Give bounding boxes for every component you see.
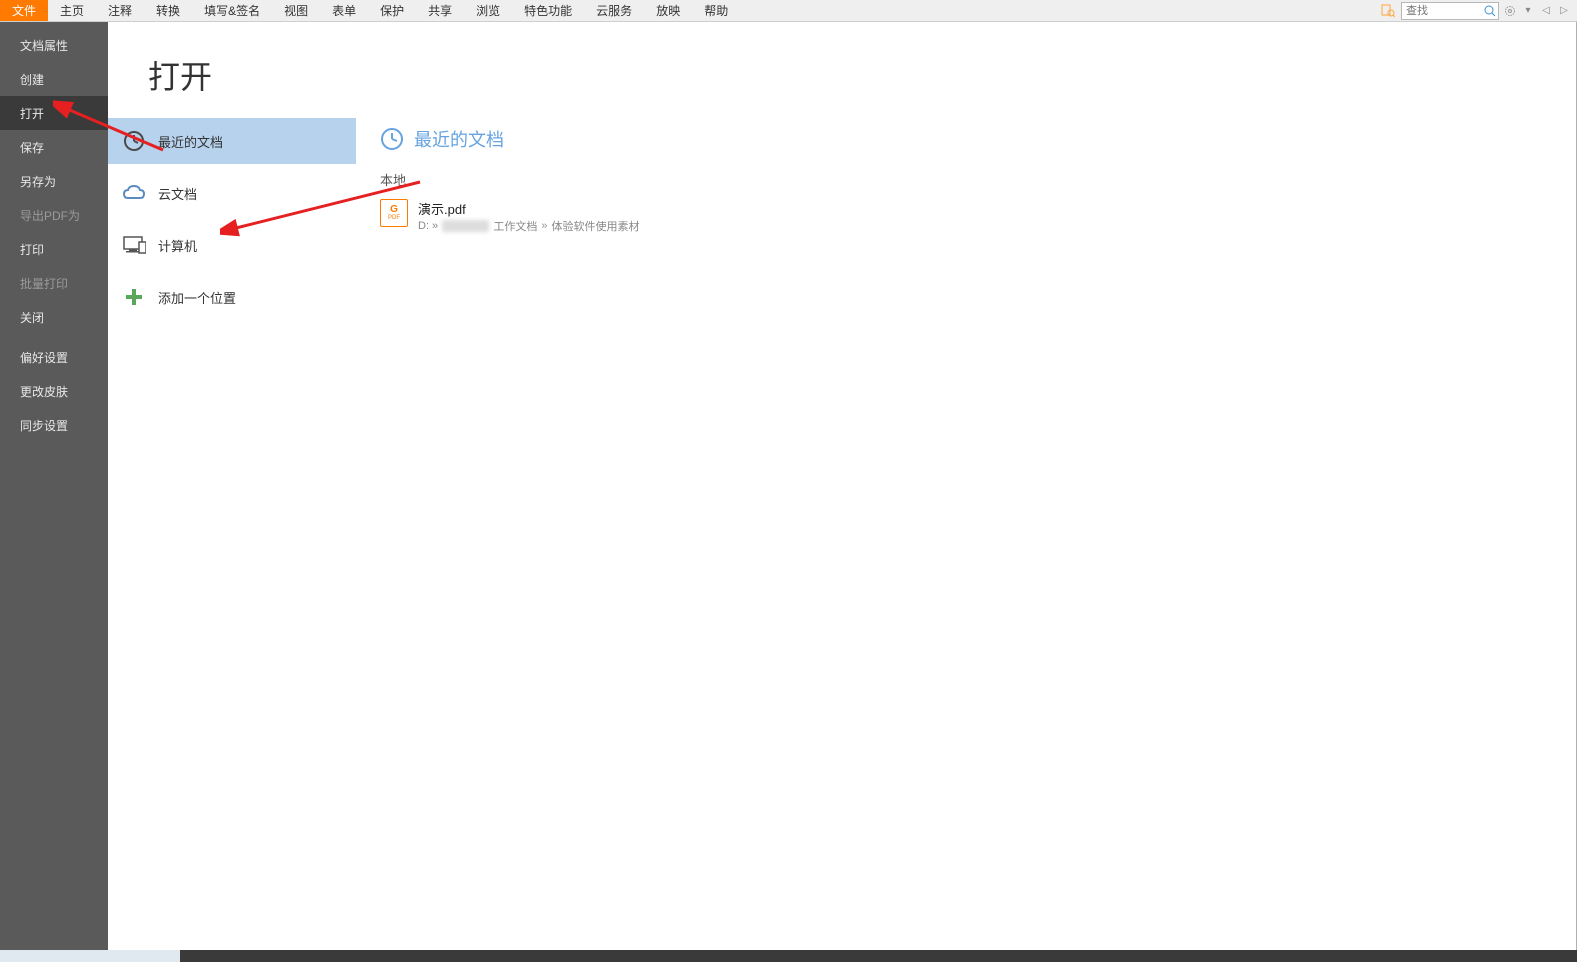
- search-box[interactable]: [1401, 2, 1499, 20]
- recent-doc-item[interactable]: GPDF 演示.pdf D: » ████ 工作文档 » 体验软件使用素材: [380, 195, 1552, 238]
- clock-icon: [122, 129, 146, 153]
- computer-icon: [122, 233, 146, 257]
- sidebar-item-print[interactable]: 打印: [0, 232, 108, 266]
- topbar-right: ▾ ◁ ▷: [1379, 0, 1577, 21]
- dropdown-icon[interactable]: ▾: [1521, 4, 1535, 18]
- file-sidebar: 文档属性 创建 打开 保存 另存为 导出PDF为 打印 批量打印 关闭 偏好设置…: [0, 22, 108, 962]
- menu-tab-home[interactable]: 主页: [48, 0, 96, 21]
- sidebar-item-close[interactable]: 关闭: [0, 300, 108, 334]
- cloud-icon: [122, 181, 146, 205]
- source-add-location[interactable]: 添加一个位置: [108, 274, 356, 320]
- search-icon[interactable]: [1482, 3, 1498, 19]
- source-label: 云文档: [158, 184, 197, 203]
- redacted-path: ████: [442, 220, 489, 232]
- sidebar-item-exportpdf[interactable]: 导出PDF为: [0, 198, 108, 232]
- sidebar-item-open[interactable]: 打开: [0, 96, 108, 130]
- menu-tab-fillsign[interactable]: 填写&签名: [192, 0, 272, 21]
- sidebar-item-create[interactable]: 创建: [0, 62, 108, 96]
- recent-docs-panel: 最近的文档 本地 GPDF 演示.pdf D: » ████ 工作文档 »: [356, 118, 1576, 961]
- top-menu-bar: 文件 主页 注释 转换 填写&签名 视图 表单 保护 共享 浏览 特色功能 云服…: [0, 0, 1577, 22]
- menu-tab-help[interactable]: 帮助: [692, 0, 740, 21]
- taskbar-left: [0, 950, 180, 962]
- finder-search-icon[interactable]: [1379, 3, 1397, 19]
- sidebar-item-preferences[interactable]: 偏好设置: [0, 340, 108, 374]
- menu-tab-form[interactable]: 表单: [320, 0, 368, 21]
- menu-tab-play[interactable]: 放映: [644, 0, 692, 21]
- sidebar-item-sync[interactable]: 同步设置: [0, 408, 108, 442]
- main-panel: 打开 最近的文档 云文档: [108, 22, 1577, 962]
- menu-tab-file[interactable]: 文件: [0, 0, 48, 21]
- sidebar-item-skin[interactable]: 更改皮肤: [0, 374, 108, 408]
- gear-icon[interactable]: [1503, 4, 1517, 18]
- source-recent[interactable]: 最近的文档: [108, 118, 356, 164]
- source-cloud[interactable]: 云文档: [108, 170, 356, 216]
- recent-title: 最近的文档: [380, 118, 1552, 170]
- doc-info: 演示.pdf D: » ████ 工作文档 » 体验软件使用素材: [418, 199, 640, 234]
- open-source-list: 最近的文档 云文档 计算机: [108, 118, 356, 961]
- source-label: 最近的文档: [158, 132, 223, 151]
- menu-tab-browse[interactable]: 浏览: [464, 0, 512, 21]
- menu-tab-annotate[interactable]: 注释: [96, 0, 144, 21]
- clock-icon: [380, 127, 404, 151]
- source-label: 计算机: [158, 236, 197, 255]
- recent-title-text: 最近的文档: [414, 126, 504, 152]
- sidebar-item-saveas[interactable]: 另存为: [0, 164, 108, 198]
- group-label-local: 本地: [380, 170, 1552, 195]
- plus-icon: [122, 285, 146, 309]
- menu-tab-convert[interactable]: 转换: [144, 0, 192, 21]
- nav-back-icon[interactable]: ◁: [1539, 4, 1553, 18]
- search-input[interactable]: [1402, 3, 1482, 19]
- sidebar-item-save[interactable]: 保存: [0, 130, 108, 164]
- menu-tab-features[interactable]: 特色功能: [512, 0, 584, 21]
- tab-spacer: [740, 0, 1379, 21]
- source-computer[interactable]: 计算机: [108, 222, 356, 268]
- taskbar: [0, 950, 1577, 962]
- pdf-file-icon: GPDF: [380, 199, 408, 227]
- source-label: 添加一个位置: [158, 288, 236, 307]
- menu-tab-protect[interactable]: 保护: [368, 0, 416, 21]
- menu-tab-share[interactable]: 共享: [416, 0, 464, 21]
- page-title: 打开: [108, 22, 1576, 118]
- menu-tab-cloud[interactable]: 云服务: [584, 0, 644, 21]
- doc-path: D: » ████ 工作文档 » 体验软件使用素材: [418, 218, 640, 234]
- nav-forward-icon[interactable]: ▷: [1557, 4, 1571, 18]
- menu-tab-view[interactable]: 视图: [272, 0, 320, 21]
- sidebar-item-batchprint[interactable]: 批量打印: [0, 266, 108, 300]
- sidebar-item-properties[interactable]: 文档属性: [0, 28, 108, 62]
- doc-name: 演示.pdf: [418, 199, 640, 218]
